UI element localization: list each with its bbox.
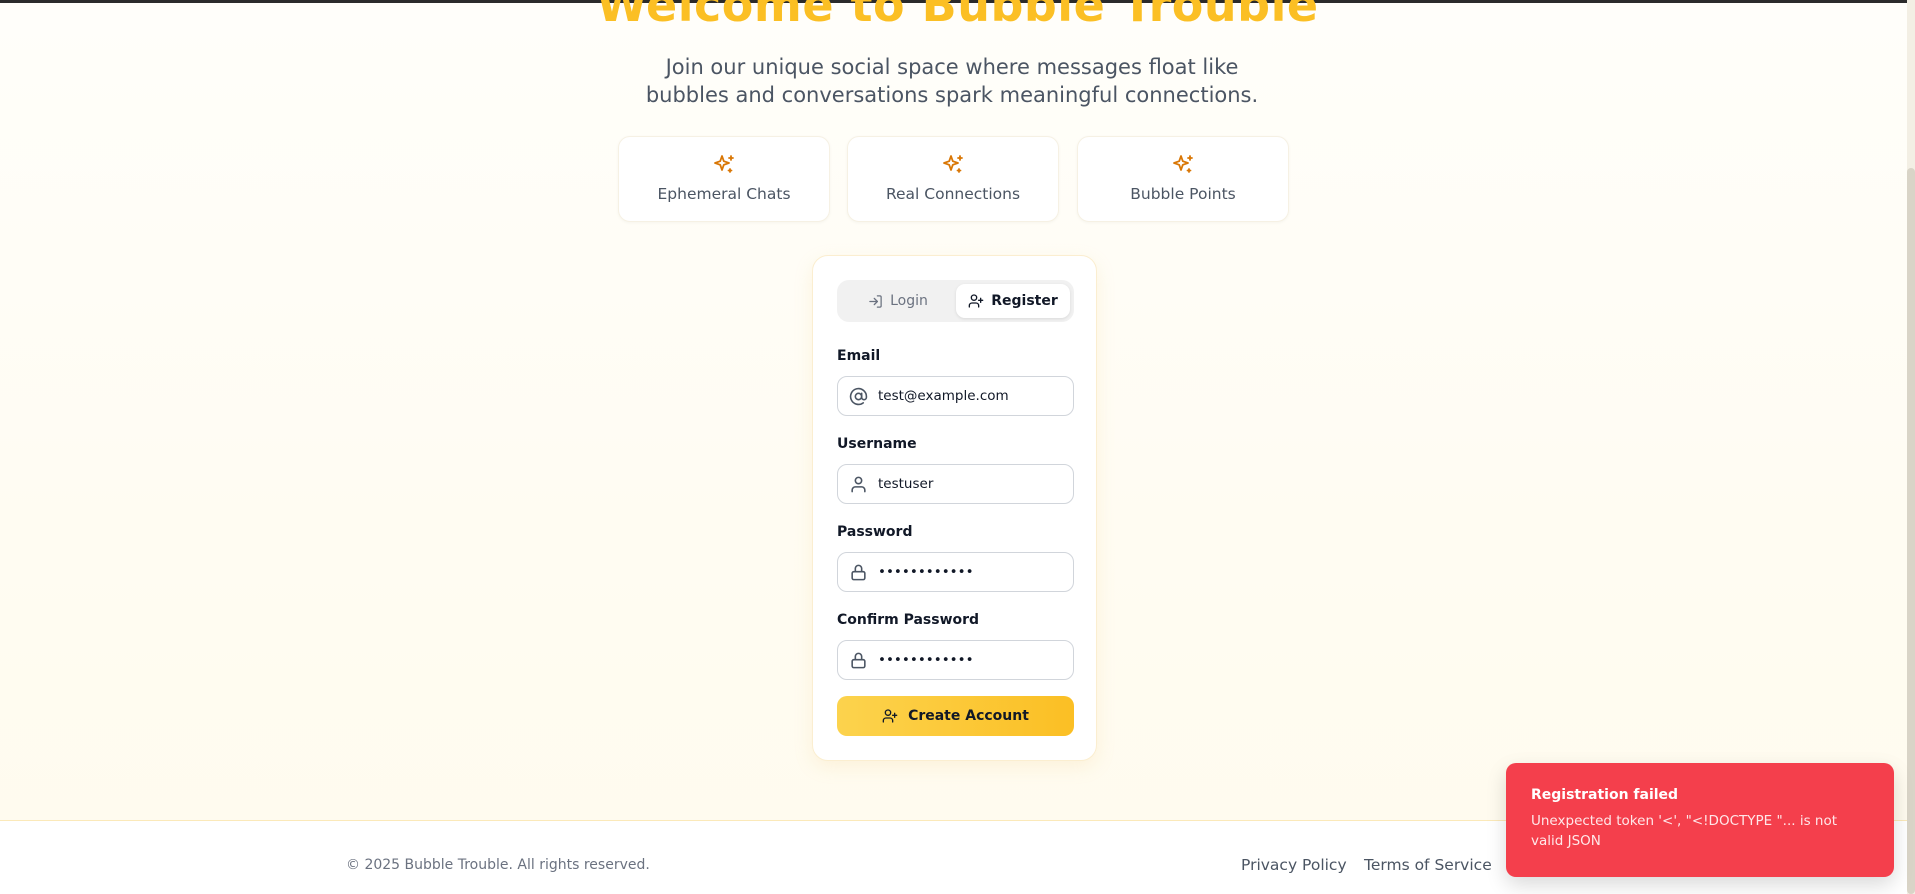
feature-label: Real Connections <box>885 185 1021 203</box>
user-plus-icon <box>882 709 898 723</box>
confirm-password-label: Confirm Password <box>837 612 980 628</box>
feature-label: Ephemeral Chats <box>657 185 791 203</box>
privacy-policy-link[interactable]: Privacy Policy <box>1241 856 1347 874</box>
error-toast[interactable]: Registration failed Unexpected token '<'… <box>1506 763 1894 877</box>
sparkles-icon <box>943 155 963 173</box>
email-field[interactable] <box>837 376 1074 416</box>
feature-label: Bubble Points <box>1130 185 1236 203</box>
page-subtitle: Join our unique social space where messa… <box>645 55 1259 107</box>
terms-of-service-link[interactable]: Terms of Service <box>1364 856 1492 874</box>
page-title: Welcome to Bubble Trouble <box>596 0 1319 32</box>
create-account-button[interactable]: Create Account <box>837 696 1074 736</box>
scrollbar-thumb[interactable] <box>1907 168 1915 894</box>
toast-title: Registration failed <box>1531 787 1679 803</box>
sparkles-icon <box>714 155 734 173</box>
tab-login[interactable]: Login <box>841 284 955 318</box>
tab-register[interactable]: Register <box>956 284 1070 318</box>
copyright-text: © 2025 Bubble Trouble. All rights reserv… <box>346 857 650 873</box>
password-field[interactable] <box>837 552 1074 592</box>
username-field[interactable] <box>837 464 1074 504</box>
feature-card-bubble-points: Bubble Points <box>1077 136 1289 222</box>
at-sign-icon <box>849 387 868 406</box>
auth-card: Login Register Email Username Password <box>812 255 1097 761</box>
email-input[interactable] <box>878 377 1068 415</box>
confirm-password-input[interactable] <box>878 641 1068 679</box>
confirm-password-field[interactable] <box>837 640 1074 680</box>
password-label: Password <box>837 524 913 540</box>
username-input[interactable] <box>878 465 1068 503</box>
username-label: Username <box>837 436 917 452</box>
user-icon <box>851 476 866 493</box>
log-in-icon <box>869 294 882 308</box>
tab-login-label: Login <box>890 293 928 309</box>
scrollbar[interactable] <box>1907 0 1915 894</box>
auth-tabs: Login Register <box>837 280 1074 322</box>
tab-register-label: Register <box>991 293 1058 309</box>
lock-icon <box>851 564 866 581</box>
password-input[interactable] <box>878 553 1068 591</box>
feature-card-real-connections: Real Connections <box>847 136 1059 222</box>
toast-message: Unexpected token '<', "<!DOCTYPE "... is… <box>1531 813 1838 849</box>
feature-card-ephemeral-chats: Ephemeral Chats <box>618 136 830 222</box>
email-label: Email <box>837 348 881 364</box>
lock-icon <box>851 652 866 669</box>
create-account-label: Create Account <box>908 708 1029 724</box>
sparkles-icon <box>1173 155 1193 173</box>
user-plus-icon <box>968 294 984 308</box>
